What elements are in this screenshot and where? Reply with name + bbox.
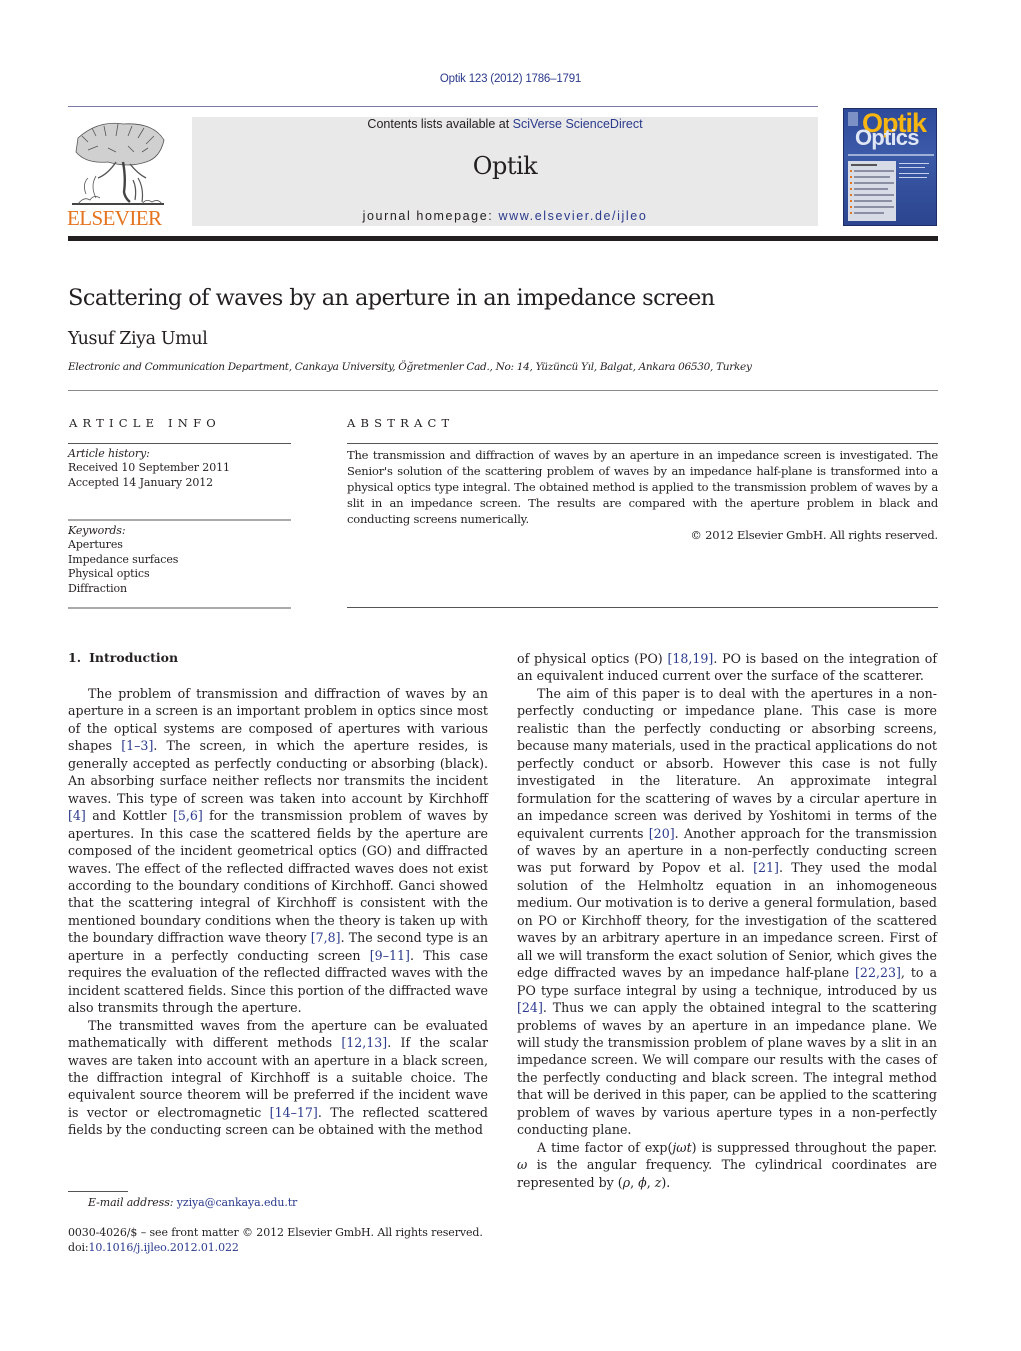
math-symbol: jωt (672, 1139, 692, 1155)
author-name: Yusuf Ziya Umul (68, 329, 208, 349)
body-paragraph: The problem of transmission and diffract… (68, 686, 488, 1016)
doi-prefix: doi: (68, 1241, 89, 1254)
body-paragraph-continued: of physical optics (PO) [18,19]. PO is b… (517, 651, 937, 684)
keywords: Keywords: Apertures Impedance surfaces P… (68, 524, 178, 596)
math-symbol: z (654, 1174, 662, 1190)
email-label: E-mail address: (88, 1196, 177, 1209)
received-date: Received 10 September 2011 (68, 461, 230, 475)
keyword-item: Apertures (68, 538, 123, 552)
homepage-prefix: journal homepage: (362, 209, 499, 223)
section-heading-introduction: 1. Introduction (68, 650, 178, 665)
masthead-thick-divider (68, 236, 938, 241)
abstract-end-divider (347, 607, 938, 608)
doi-line: doi:10.1016/j.ijleo.2012.01.022 (68, 1241, 239, 1254)
reference-link[interactable]: [14–17] (270, 1105, 318, 1120)
cover-title-optics: Optics (855, 125, 919, 150)
contents-availability: Contents lists available at SciVerse Sci… (192, 117, 818, 131)
math-symbol: ϕ (638, 1174, 647, 1190)
keyword-item: Diffraction (68, 581, 128, 595)
keywords-label: Keywords: (68, 524, 126, 537)
title-divider (68, 390, 938, 391)
cover-publisher-mark (848, 112, 858, 126)
reference-link[interactable]: [18,19] (667, 651, 713, 666)
abstract-copyright: © 2012 Elsevier GmbH. All rights reserve… (690, 528, 938, 542)
journal-homepage-link[interactable]: www.elsevier.de/ijleo (498, 209, 647, 223)
abstract-heading: ABSTRACT (347, 416, 455, 430)
math-symbol: ω (517, 1157, 528, 1173)
doi-link[interactable]: 10.1016/j.ijleo.2012.01.022 (89, 1241, 239, 1254)
journal-cover-image[interactable]: Optik Optics (843, 108, 937, 226)
math-symbol: ρ (622, 1174, 631, 1190)
body-paragraph: The aim of this paper is to deal with th… (517, 685, 937, 1138)
author-email-link[interactable]: yziya@cankaya.edu.tr (177, 1196, 298, 1209)
cover-contents-panel (848, 161, 896, 221)
abstract-divider (347, 443, 938, 444)
body-column-left: The problem of transmission and diffract… (68, 685, 488, 1139)
reference-link[interactable]: [4] (68, 808, 86, 823)
abstract-text: The transmission and diffraction of wave… (347, 448, 938, 527)
elsevier-wordmark: ELSEVIER (67, 206, 162, 230)
section-title: Introduction (89, 650, 179, 665)
keyword-item: Impedance surfaces (68, 552, 179, 566)
cover-subtitle-bar (848, 154, 934, 156)
reference-link[interactable]: [1–3] (121, 738, 153, 753)
reference-link[interactable]: [12,13] (341, 1035, 387, 1050)
history-label: Article history: (68, 447, 150, 460)
reference-link[interactable]: [21] (753, 860, 779, 875)
keyword-item: Physical optics (68, 567, 150, 581)
journal-citation-link[interactable]: Optik 123 (2012) 1786–1791 (0, 73, 1021, 85)
article-history: Article history: Received 10 September 2… (68, 447, 230, 490)
reference-link[interactable]: [20] (649, 826, 675, 841)
journal-masthead: Contents lists available at SciVerse Sci… (192, 117, 818, 226)
reference-link[interactable]: [7,8] (311, 930, 341, 945)
journal-homepage: journal homepage: www.elsevier.de/ijleo (192, 209, 818, 223)
reference-link[interactable]: [5,6] (173, 808, 203, 823)
section-number: 1. (68, 650, 82, 665)
article-info-heading: ARTICLE INFO (69, 416, 221, 430)
issn-front-matter: 0030-4026/$ – see front matter © 2012 El… (68, 1226, 483, 1239)
contents-prefix: Contents lists available at (367, 117, 513, 131)
author-email-footnote: E-mail address: yziya@cankaya.edu.tr (88, 1196, 297, 1209)
footnote-divider (68, 1191, 128, 1192)
header-divider (68, 106, 818, 107)
reference-link[interactable]: [9–11] (370, 948, 410, 963)
body-paragraph: The transmitted waves from the aperture … (68, 1017, 488, 1138)
author-affiliation: Electronic and Communication Department,… (68, 361, 752, 373)
body-column-right: of physical optics (PO) [18,19]. PO is b… (517, 650, 937, 1191)
reference-link[interactable]: [24] (517, 1000, 543, 1015)
body-paragraph: A time factor of exp(jωt) is suppressed … (517, 1139, 937, 1190)
reference-link[interactable]: [22,23] (855, 965, 901, 980)
cover-side-text (899, 163, 933, 178)
accepted-date: Accepted 14 January 2012 (68, 475, 214, 489)
article-title: Scattering of waves by an aperture in an… (68, 285, 715, 311)
keywords-divider (68, 519, 291, 521)
sciencedirect-link[interactable]: SciVerse ScienceDirect (513, 117, 643, 131)
article-info-divider (68, 443, 291, 444)
article-info-end-divider (68, 607, 291, 609)
journal-name: Optik (472, 152, 538, 180)
